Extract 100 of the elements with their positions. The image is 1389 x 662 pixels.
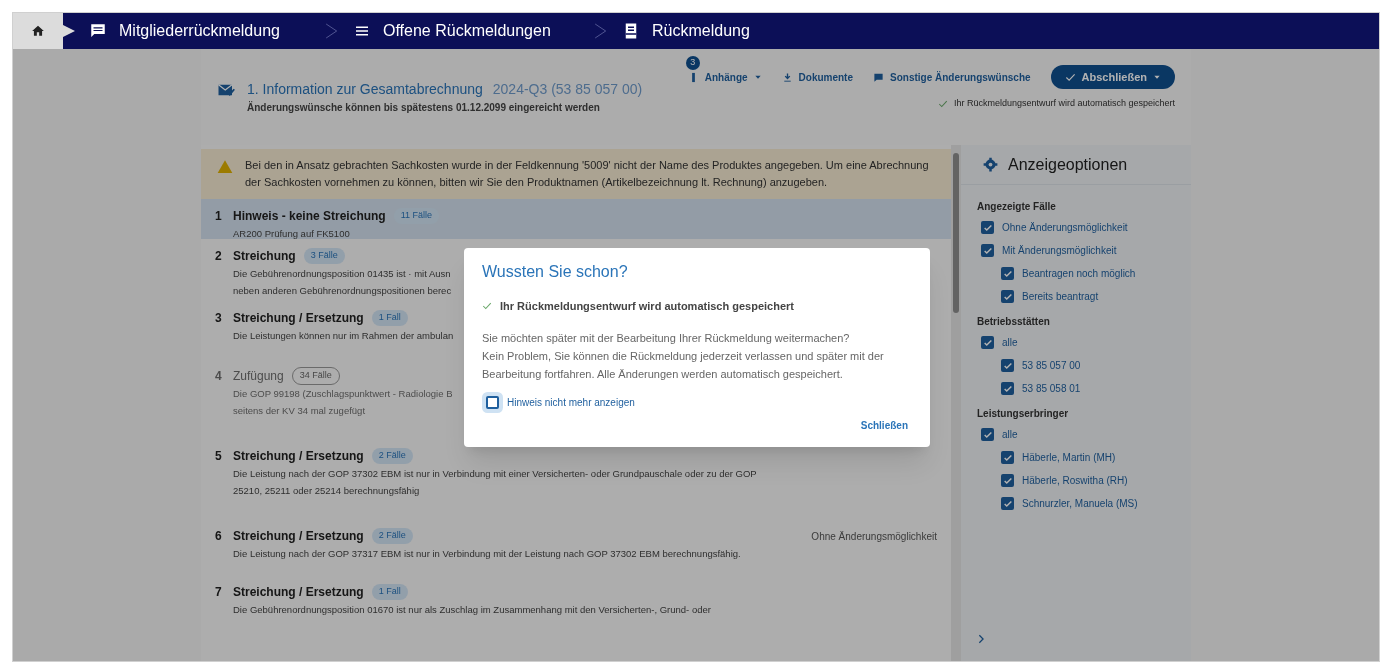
group-label: Betriebsstätten <box>977 315 1051 329</box>
row-number: 3 <box>215 310 223 327</box>
check-icon <box>1002 268 1013 279</box>
status-text: Ohne Änderungsmöglichkeit <box>811 529 937 544</box>
settings-icon <box>983 157 998 172</box>
checkbox[interactable] <box>981 244 994 257</box>
check-icon <box>1064 71 1076 83</box>
finding-title: Zufügung <box>233 368 284 385</box>
scrollbar[interactable] <box>951 145 961 661</box>
option-label[interactable]: 53 85 057 00 <box>1022 358 1081 373</box>
checkbox[interactable] <box>1001 497 1014 510</box>
finding-title: Streichung / Ersetzung <box>233 584 364 601</box>
check-icon <box>1002 452 1013 463</box>
autosave-note: Ihr Rückmeldungsentwurf wird automatisch gespeichert <box>500 299 794 314</box>
finding-description: Die Gebührenordnungsposition 01670 ist nur als Zuschlag im Zusammenhang mit den Versicherten-, Grund- oder <box>233 603 711 617</box>
check-icon <box>937 98 948 109</box>
option-label[interactable]: Schnurzler, Manuela (MS) <box>1022 496 1138 511</box>
finding-description: 25210, 25211 oder 25214 berechnungsfähig <box>233 484 420 498</box>
dialog-text: Kein Problem, Sie können die Rückmeldung jederzeit verlassen und später mit der Bearbeitung fortfahren. Alle Änderungen werden automatisch gespeichert. <box>482 348 885 382</box>
caret-icon <box>1153 73 1161 81</box>
finding-description: Die GOP 99198 (Zuschlagspunktwert - Radiologie B <box>233 387 453 401</box>
finding-title: Hinweis - keine Streichung <box>233 208 386 225</box>
breadcrumb-link[interactable]: Offene Rückmeldungen <box>339 13 594 49</box>
case-count: 11 Fälle <box>393 208 440 224</box>
mail-check-icon <box>217 81 235 99</box>
chat-icon <box>89 22 107 40</box>
report-period: 2024-Q3 (53 85 057 00) <box>492 80 643 99</box>
option-label[interactable]: Beantragen noch möglich <box>1022 266 1136 281</box>
row-number: 5 <box>215 448 223 465</box>
option-label[interactable]: Häberle, Martin (MH) <box>1022 450 1116 465</box>
finding-title: Streichung / Ersetzung <box>233 528 364 545</box>
option-label[interactable]: 53 85 058 01 <box>1022 381 1081 396</box>
checkbox[interactable] <box>1001 382 1014 395</box>
finding-description: Die Gebührenordnungsposition 01435 ist · mit Ausn <box>233 267 451 281</box>
finding-row[interactable]: 1 Hinweis - keine Streichung 11 Fälle AR200 Prüfung auf FK5100 <box>201 199 951 239</box>
check-icon <box>1002 291 1013 302</box>
case-count: 2 Fälle <box>371 448 413 464</box>
check-icon <box>982 245 993 256</box>
report-title: 1. Information zur Gesamtabrechnung <box>247 80 483 99</box>
close-button[interactable]: Schließen <box>856 415 912 435</box>
row-number: 4 <box>215 368 223 385</box>
breadcrumb-link[interactable]: Mitgliederrückmeldung <box>75 13 325 49</box>
finding-description: Die Leistungen können nur im Rahmen der ambulan <box>233 329 454 343</box>
check-icon <box>482 301 492 312</box>
autosave-note: Ihr Rückmeldungsentwurf wird automatisch gespeichert <box>953 97 1175 110</box>
row-number: 2 <box>215 248 223 265</box>
checkbox[interactable] <box>1001 451 1014 464</box>
toolbar-button[interactable]: Sonstige Änderungswünsche <box>873 69 1031 85</box>
finish-button[interactable]: Abschließen <box>1050 65 1175 89</box>
finding-description: Die Leistung nach der GOP 37317 EBM ist nur in Verbindung mit der Leistung nach GOP 37302 EBM berechnungsfähig. <box>233 547 741 561</box>
case-count: 3 Fälle <box>303 248 345 264</box>
case-count: 2 Fälle <box>371 528 413 544</box>
home-link[interactable] <box>13 13 63 49</box>
checkbox[interactable] <box>981 428 994 441</box>
checkbox[interactable] <box>1001 359 1014 372</box>
check-icon <box>1002 475 1013 486</box>
finding-description: Die Leistung nach der GOP 37302 EBM ist nur in Verbindung mit einer Versicherten- oder Grundpauschale oder zu der GOP <box>233 467 757 481</box>
warning-text: Bei den in Ansatz gebrachten Sachkosten wurde in der Feldkennung '5009' nicht der Name des Produktes angegeben. Um eine Abrechnung der Sachkosten vornehmen zu können, bitten wir Sie den Produktnamen (Artikelbezeichnung lt. Rechnung) anzugeben. <box>245 158 930 190</box>
option-label[interactable]: Bereits beantragt <box>1022 289 1099 304</box>
finding-title: Streichung / Ersetzung <box>233 310 364 327</box>
option-label[interactable]: Häberle, Roswitha (RH) <box>1022 473 1128 488</box>
chevron-right-icon <box>976 634 986 644</box>
check-icon <box>982 222 993 233</box>
check-icon <box>1002 383 1013 394</box>
option-label[interactable]: Mit Änderungsmöglichkeit <box>1002 243 1117 258</box>
toolbar-button[interactable]: Anhänge <box>687 69 762 85</box>
finding-description: neben anderen Gebührenordnungspositionen berec <box>233 284 452 298</box>
checkbox[interactable] <box>981 336 994 349</box>
option-label[interactable]: alle <box>1002 335 1018 350</box>
toolbar-button[interactable]: Dokumente <box>781 69 853 85</box>
checkbox[interactable] <box>1001 474 1014 487</box>
checkbox-label[interactable]: Hinweis nicht mehr anzeigen <box>507 394 635 410</box>
warning-icon <box>217 159 233 175</box>
finding-description: AR200 Prüfung auf FK5100 <box>233 227 350 241</box>
finding-title: Streichung <box>233 248 296 265</box>
option-label[interactable]: Ohne Änderungsmöglichkeit <box>1002 220 1128 235</box>
checkbox[interactable] <box>1001 290 1014 303</box>
checkbox[interactable] <box>981 221 994 234</box>
case-count: 1 Fall <box>371 584 408 600</box>
case-count: 1 Fall <box>371 310 408 326</box>
checkbox[interactable] <box>1001 267 1014 280</box>
finding-description: seitens der KV 34 mal zugefügt <box>233 404 366 418</box>
row-number: 7 <box>215 584 223 601</box>
dialog-text: Sie möchten später mit der Bearbeitung Ihrer Rückmeldung weitermachen? <box>482 330 851 346</box>
row-number: 1 <box>215 208 223 225</box>
caret-icon <box>753 73 762 81</box>
breadcrumb-link[interactable]: Rückmeldung <box>608 13 863 49</box>
check-icon <box>982 429 993 440</box>
panel-title: Anzeigeoptionen <box>1008 154 1128 175</box>
deadline-text: Änderungswünsche können bis spätestens 01.12.2099 eingereicht werden <box>247 100 601 115</box>
count-badge: 3 <box>685 55 700 70</box>
option-label[interactable]: alle <box>1002 427 1018 442</box>
home-icon <box>31 24 45 38</box>
check-icon <box>1002 360 1013 371</box>
finding-title: Streichung / Ersetzung <box>233 448 364 465</box>
group-label: Leistungserbringer <box>977 407 1070 421</box>
check-icon <box>1002 498 1013 509</box>
row-number: 6 <box>215 528 223 545</box>
group-label: Angezeigte Fälle <box>977 200 1057 214</box>
dialog-title: Wussten Sie schon? <box>482 262 629 282</box>
